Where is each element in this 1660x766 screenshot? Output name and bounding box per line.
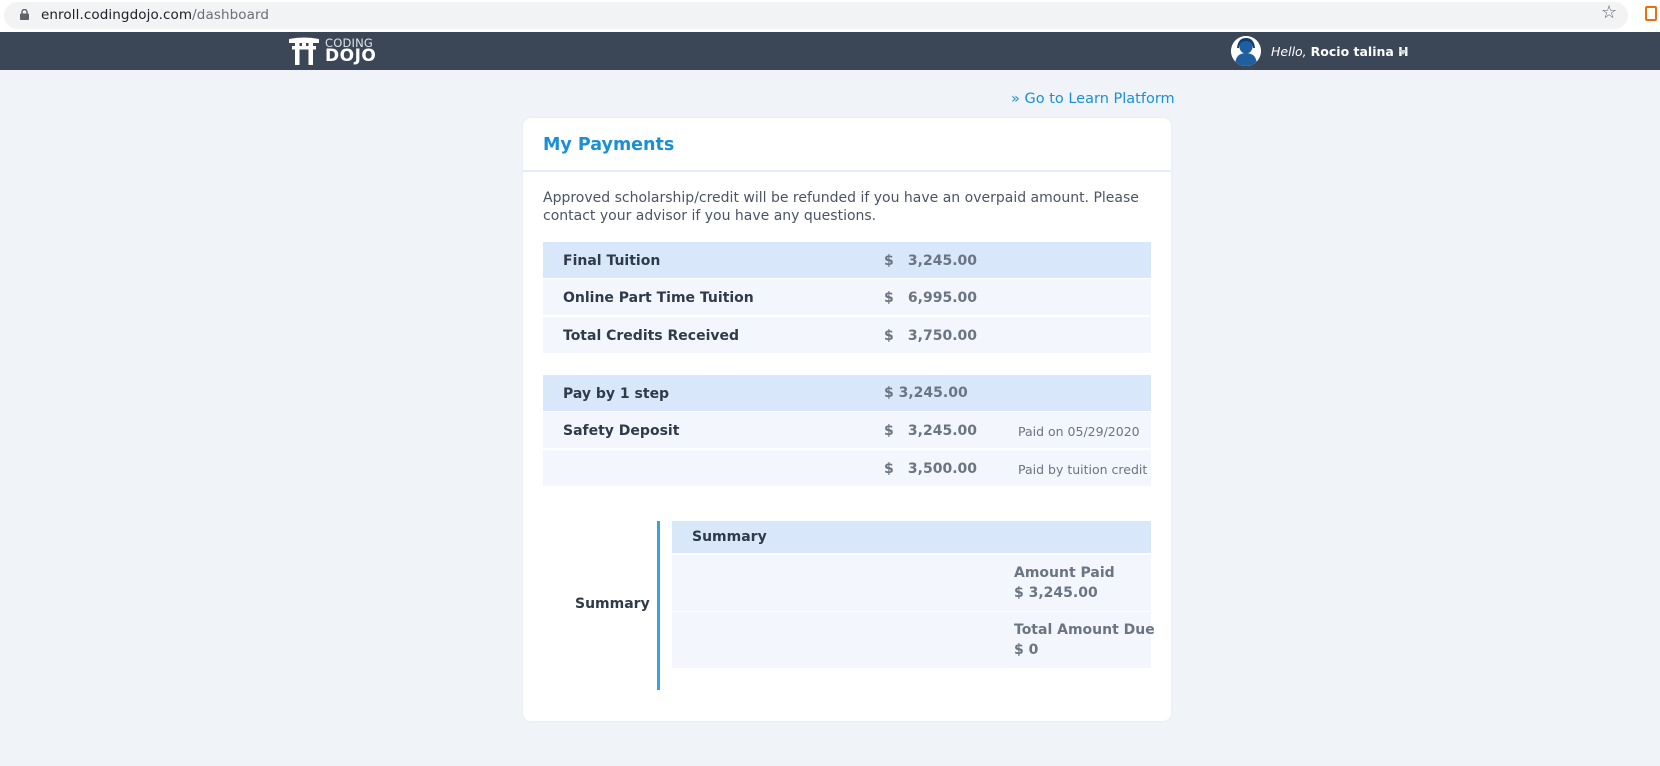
divider xyxy=(523,170,1171,172)
summary-header: Summary xyxy=(692,529,767,545)
user-greeting[interactable]: Hello, Rocio talina H xyxy=(1271,44,1409,59)
summary-row-amount-paid: Amount Paid $ 3,245.00 xyxy=(672,555,1151,611)
amount-paid-value: $ 3,245.00 xyxy=(1014,585,1098,601)
top-navbar: CODING DOJO Hello, Rocio talina H xyxy=(0,32,1660,70)
address-bar[interactable]: enroll.codingdojo.com/dashboard xyxy=(4,2,1628,29)
currency-symbol: $ xyxy=(884,461,894,477)
user-name: Rocio talina H xyxy=(1310,44,1409,59)
refund-notice: Approved scholarship/credit will be refu… xyxy=(543,190,1139,224)
payments-card: My Payments Approved scholarship/credit … xyxy=(523,118,1171,721)
user-silhouette-icon xyxy=(1231,36,1261,66)
summary-accent-bar xyxy=(657,521,660,690)
summary-row-total-due: Total Amount Due $ 0 xyxy=(672,612,1155,668)
currency-symbol: $ xyxy=(884,253,894,269)
url-path: /dashboard xyxy=(192,7,270,23)
plan-label: Pay by 1 step xyxy=(563,386,670,402)
row-label: Online Part Time Tuition xyxy=(563,290,754,306)
avatar[interactable] xyxy=(1231,36,1261,66)
chevron-down-icon[interactable] xyxy=(1399,50,1407,55)
currency-symbol: $ xyxy=(884,328,894,344)
table-row: $ 3,500.00 Paid by tuition credit xyxy=(543,450,1151,486)
greeting-text: Hello, xyxy=(1271,44,1307,59)
row-amount: 6,995.00 xyxy=(907,290,977,306)
go-to-learn-platform-link[interactable]: » Go to Learn Platform xyxy=(1011,91,1175,107)
currency-symbol: $ xyxy=(884,290,894,306)
browser-url-bar: enroll.codingdojo.com/dashboard ☆ xyxy=(0,0,1660,32)
total-due-value: $ 0 xyxy=(1014,642,1039,658)
url-domain: enroll.codingdojo.com xyxy=(41,7,193,23)
row-label: Safety Deposit xyxy=(563,423,680,439)
url-text[interactable]: enroll.codingdojo.com/dashboard xyxy=(41,7,269,23)
total-due-label: Total Amount Due xyxy=(1014,622,1155,638)
payment-note: Paid on 05/29/2020 xyxy=(1018,424,1140,439)
row-label: Total Credits Received xyxy=(563,328,740,344)
row-amount: 3,750.00 xyxy=(907,328,977,344)
lock-icon xyxy=(20,9,29,20)
extension-icon[interactable] xyxy=(1645,6,1657,21)
bookmark-star-icon[interactable]: ☆ xyxy=(1601,4,1617,22)
row-amount: 3,245.00 xyxy=(907,253,977,269)
currency-symbol: $ xyxy=(884,423,894,439)
row-amount: 3,245.00 xyxy=(907,423,977,439)
row-label: Final Tuition xyxy=(563,253,661,269)
card-title: My Payments xyxy=(543,135,675,155)
table-row: Final Tuition $ 3,245.00 xyxy=(543,242,1151,278)
row-amount: 3,500.00 xyxy=(907,461,977,477)
amount-paid-label: Amount Paid xyxy=(1014,565,1115,581)
payment-note: Paid by tuition credit xyxy=(1018,462,1148,477)
summary-side-label: Summary xyxy=(575,596,650,612)
table-row: Safety Deposit $ 3,245.00 Paid on 05/29/… xyxy=(543,412,1151,448)
torii-gate-icon xyxy=(289,37,319,65)
table-row: Pay by 1 step $ 3,245.00 xyxy=(543,375,1151,411)
logo-text-dojo: DOJO xyxy=(325,46,377,66)
plan-amount: $ 3,245.00 xyxy=(884,385,968,401)
summary-header-row: Summary xyxy=(672,521,1151,553)
table-row: Total Credits Received $ 3,750.00 xyxy=(543,317,1151,353)
table-row: Online Part Time Tuition $ 6,995.00 xyxy=(543,279,1151,315)
